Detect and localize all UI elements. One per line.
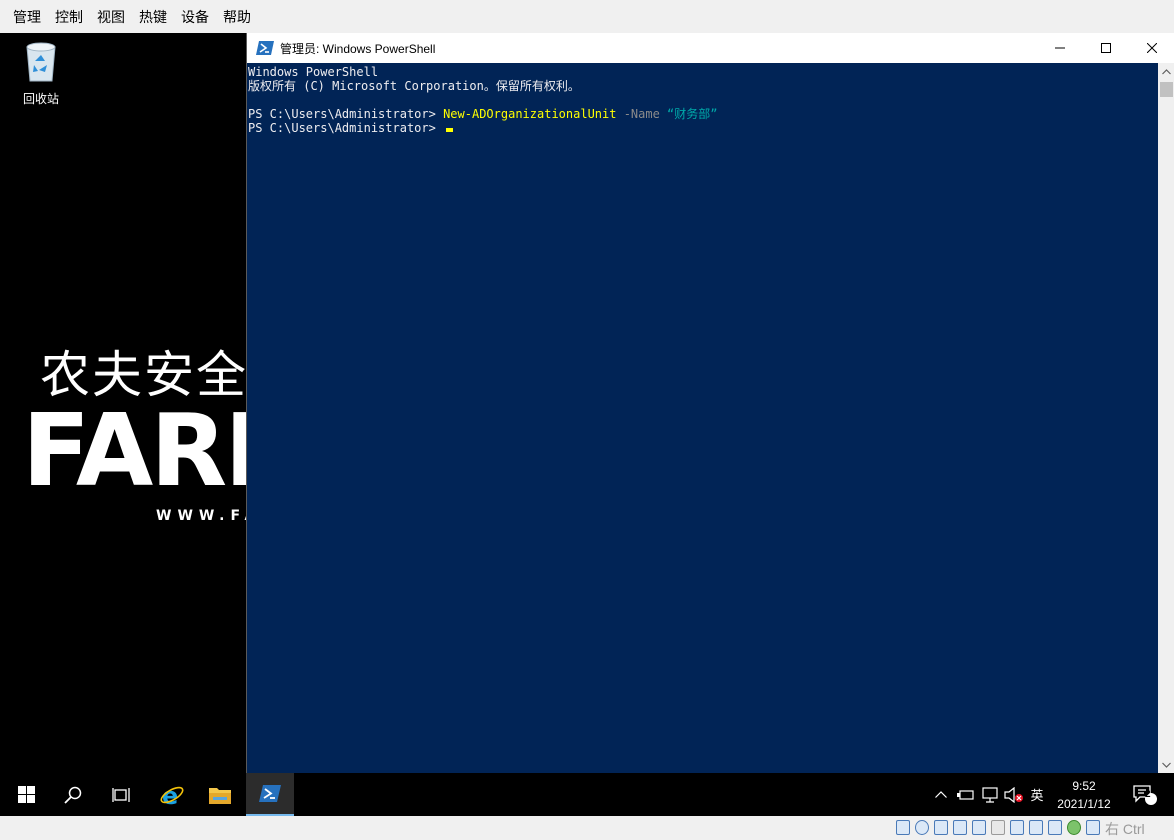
menu-help[interactable]: 帮助: [216, 7, 258, 27]
menu-view[interactable]: 视图: [90, 7, 132, 27]
clock-date: 2021/1/12: [1057, 797, 1111, 811]
input-method-button[interactable]: 英: [1026, 773, 1048, 816]
minimize-icon: [1055, 47, 1065, 49]
maximize-icon: [1101, 43, 1111, 53]
safely-remove-hardware-button[interactable]: [954, 773, 978, 816]
chevron-down-icon: [1162, 762, 1171, 768]
hard-disk-icon[interactable]: [896, 820, 910, 835]
vertical-scrollbar[interactable]: [1158, 63, 1174, 773]
windows-start-icon: [17, 786, 35, 803]
recycle-bin-label: 回收站: [22, 92, 59, 106]
console-line: 版权所有 (C) Microsoft Corporation。保留所有权利。: [248, 79, 580, 93]
cmdlet-token: New-ADOrganizationalUnit: [443, 107, 617, 121]
powershell-window[interactable]: 管理员: Windows PowerShell Windows PowerShe…: [246, 33, 1174, 773]
scroll-up-button[interactable]: [1158, 63, 1174, 80]
recycle-bin-shortcut[interactable]: 回收站: [14, 39, 68, 107]
internet-explorer-button[interactable]: e: [148, 773, 196, 816]
video-capture-icon[interactable]: [1029, 820, 1043, 835]
menu-devices[interactable]: 设备: [174, 7, 216, 27]
volume-button[interactable]: [1002, 773, 1026, 816]
network-button[interactable]: [978, 773, 1002, 816]
chevron-up-icon: [1162, 68, 1171, 74]
scroll-down-button[interactable]: [1158, 756, 1174, 773]
display-icon[interactable]: [1010, 820, 1024, 835]
console-line: Windows PowerShell: [248, 65, 379, 79]
taskbar: e 英 9:52 2021/1/12 2: [0, 773, 1174, 816]
menu-control[interactable]: 控制: [48, 7, 90, 27]
show-hidden-icons-button[interactable]: [930, 773, 952, 816]
close-button[interactable]: [1129, 33, 1174, 63]
volume-muted-icon: [1004, 786, 1023, 803]
console-input-line[interactable]: PS C:\Users\Administrator>: [248, 121, 1158, 135]
prompt: PS C:\Users\Administrator>: [248, 107, 444, 121]
console-output[interactable]: Windows PowerShell 版权所有 (C) Microsoft Cor…: [247, 63, 1158, 773]
powershell-icon: [256, 41, 274, 55]
recycle-bin-icon: [26, 42, 56, 82]
usb-icon[interactable]: [972, 820, 986, 835]
notification-count: 2: [1145, 789, 1151, 800]
scrollbar-thumb[interactable]: [1160, 82, 1173, 97]
menu-hotkeys[interactable]: 热键: [132, 7, 174, 27]
internet-explorer-icon: e: [160, 782, 184, 808]
network-icon: [982, 786, 998, 803]
action-center-button[interactable]: 2: [1128, 773, 1162, 816]
maximize-button[interactable]: [1083, 33, 1129, 63]
host-menubar: 管理 控制 视图 热键 设备 帮助: [0, 0, 1174, 33]
task-view-button[interactable]: [97, 773, 145, 816]
window-title: 管理员: Windows PowerShell: [280, 41, 436, 56]
audio-icon[interactable]: [934, 820, 948, 835]
mouse-integration-icon[interactable]: [1086, 820, 1100, 835]
close-icon: [1147, 43, 1157, 53]
menu-manage[interactable]: 管理: [6, 7, 48, 27]
clock[interactable]: 9:52 2021/1/12: [1046, 777, 1122, 813]
powershell-icon: [259, 785, 281, 802]
window-titlebar[interactable]: 管理员: Windows PowerShell: [247, 33, 1174, 63]
string-token: “财务部”: [667, 107, 718, 121]
network-adapter-icon[interactable]: [953, 820, 967, 835]
search-icon: [64, 786, 82, 804]
shared-folders-icon[interactable]: [991, 820, 1005, 835]
minimize-button[interactable]: [1037, 33, 1083, 63]
powershell-taskbar-button[interactable]: [246, 773, 294, 816]
virtualization-icon[interactable]: [1048, 820, 1062, 835]
text-cursor: [446, 128, 454, 132]
prompt: PS C:\Users\Administrator>: [248, 121, 444, 135]
file-explorer-button[interactable]: [196, 773, 244, 816]
task-view-icon: [112, 787, 130, 802]
guest-additions-icon[interactable]: [1067, 820, 1081, 835]
search-button[interactable]: [49, 773, 97, 816]
guest-desktop: 回收站 农夫安全 FARM WWW.FA 管理员: Windows PowerS…: [0, 33, 1174, 773]
optical-drive-icon[interactable]: [915, 820, 929, 835]
host-key-label: 右 Ctrl: [1105, 821, 1145, 837]
clock-time: 9:52: [1072, 779, 1096, 793]
usb-device-icon: [957, 789, 974, 800]
start-button[interactable]: [2, 773, 50, 816]
chevron-up-icon: [935, 791, 947, 798]
file-explorer-icon: [209, 787, 231, 804]
console-command-line: PS C:\Users\Administrator> New-ADOrganiz…: [248, 107, 1158, 121]
host-statusbar: 右 Ctrl: [0, 816, 1174, 840]
parameter-token: -Name: [616, 107, 668, 121]
